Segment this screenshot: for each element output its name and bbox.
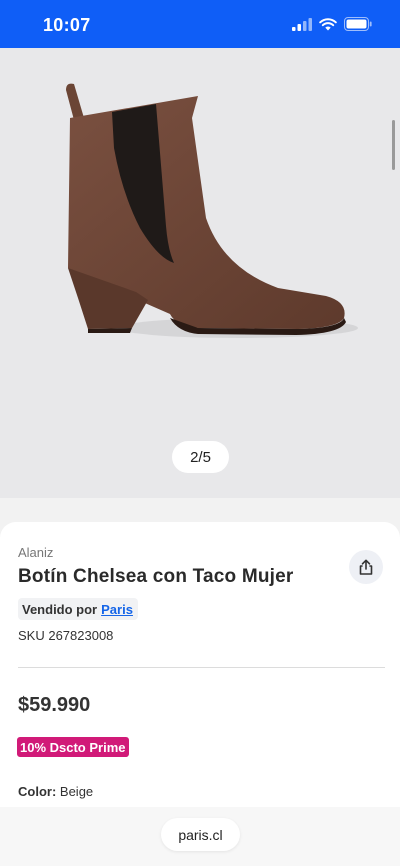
wifi-icon — [319, 17, 337, 30]
product-image-boot — [66, 83, 358, 338]
seller-tag: Vendido por Paris — [18, 598, 138, 620]
share-button[interactable] — [349, 550, 383, 584]
status-bar: 10:07 — [0, 0, 400, 48]
battery-icon — [344, 17, 372, 31]
prime-discount-badge: 10% Dscto Prime — [17, 737, 129, 757]
product-price: $59.990 — [18, 694, 91, 716]
browser-bottom-bar: paris.cl — [0, 807, 400, 866]
seller-link[interactable]: Paris — [101, 602, 133, 617]
share-icon — [359, 559, 373, 575]
product-brand[interactable]: Alaniz — [18, 545, 53, 560]
color-row: Color: Beige — [18, 784, 93, 799]
color-label: Color: — [18, 784, 57, 799]
product-title: Botín Chelsea con Taco Mujer — [18, 566, 294, 587]
scroll-indicator[interactable] — [392, 120, 395, 170]
seller-prefix: Vendido por — [22, 601, 98, 617]
cellular-signal-icon — [292, 17, 312, 31]
status-icons — [292, 17, 372, 31]
product-image-gallery[interactable]: 2/5 — [0, 48, 400, 498]
status-time: 10:07 — [43, 15, 91, 35]
divider — [18, 667, 385, 668]
url-bar[interactable]: paris.cl — [161, 818, 240, 851]
color-value: Beige — [59, 784, 94, 799]
image-pager: 2/5 — [172, 441, 229, 473]
product-sku: SKU 267823008 — [18, 628, 114, 643]
